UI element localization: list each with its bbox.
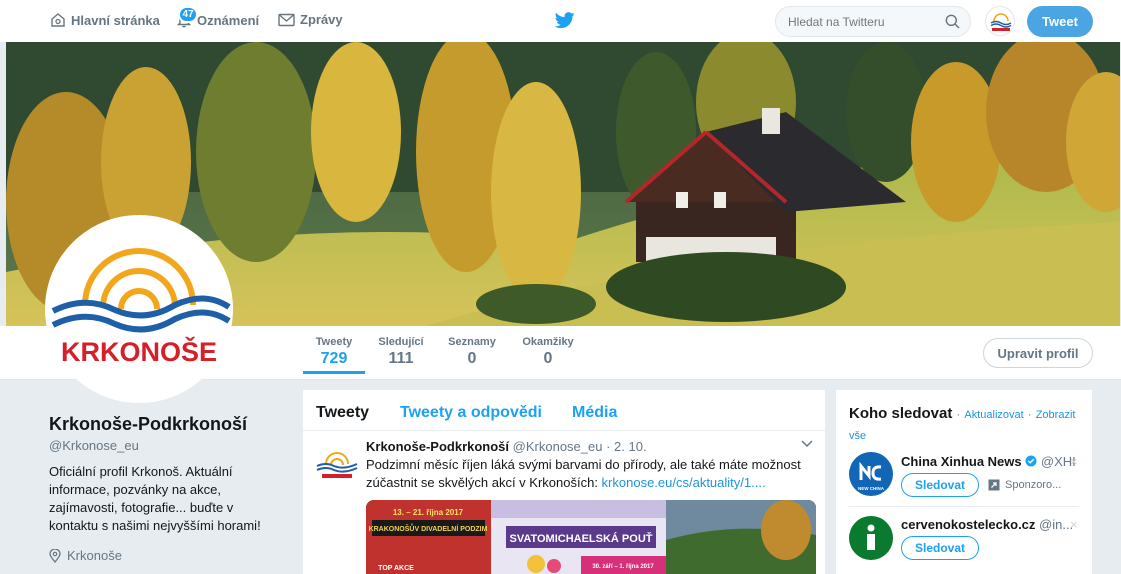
tweet-text: Podzimní měsíc říjen láká svými barvami … xyxy=(366,456,806,492)
tweet-avatar[interactable] xyxy=(314,442,360,488)
stat-moments-label: Okamžiky xyxy=(522,336,574,348)
stat-lists[interactable]: Seznamy 0 xyxy=(444,336,500,368)
twitter-bird-icon[interactable] xyxy=(555,12,575,29)
tweet-handle[interactable]: @Krkonose_eu xyxy=(513,439,603,454)
poster1-dates: 13. – 21. října 2017 xyxy=(393,508,464,517)
tweet-link[interactable]: krkonose.eu/cs/aktuality/1.... xyxy=(602,475,766,490)
stat-tweets[interactable]: Tweety 729 xyxy=(303,336,365,374)
account-handle: @in... xyxy=(1039,517,1074,532)
logo-text: KRKONOŠE xyxy=(61,336,217,367)
separator-dot: · xyxy=(1027,409,1032,421)
krkonose-logo-icon xyxy=(316,452,358,478)
nav-notifications-label: Oznámení xyxy=(197,12,260,28)
search-input[interactable] xyxy=(788,7,938,36)
stat-lists-value: 0 xyxy=(467,350,477,367)
stat-tweets-value: 729 xyxy=(320,350,348,367)
nav-home-label: Hlavní stránka xyxy=(71,12,160,28)
search-box[interactable] xyxy=(775,6,971,37)
account-avatar[interactable] xyxy=(985,6,1015,36)
follow-divider xyxy=(849,506,1079,507)
stat-tweets-label: Tweety xyxy=(315,336,353,348)
account-name-label: cervenokostelecko.cz xyxy=(901,517,1036,532)
notifications-badge: 47 xyxy=(178,6,198,23)
account-name[interactable]: China Xinhua News @XHI xyxy=(901,454,1076,469)
top-navigation: Hlavní stránka Oznámení 47 Zprávy Tweet xyxy=(0,0,1121,42)
stat-followers-value: 111 xyxy=(388,350,414,367)
nav-home[interactable]: Hlavní stránka xyxy=(50,12,160,28)
poster2-dates: 30. září – 1. října 2017 xyxy=(592,564,654,570)
profile-bio: Oficiální profil Krkonoš. Aktuální infor… xyxy=(49,464,261,533)
stat-moments-value: 0 xyxy=(543,350,553,367)
dismiss-icon[interactable]: × xyxy=(1070,454,1078,469)
refresh-link[interactable]: Aktualizovat xyxy=(964,409,1023,421)
location-pin-icon xyxy=(49,548,61,563)
tweet-media-image: 13. – 21. října 2017 KRAKONOŠŮV DIVADELN… xyxy=(366,500,816,574)
timeline-divider xyxy=(303,430,825,431)
profile-handle[interactable]: @Krkonose_eu xyxy=(49,438,139,453)
poster3-title: TOP AKCE xyxy=(378,565,414,572)
xinhua-avatar[interactable]: NEW CHINA xyxy=(849,452,893,496)
who-to-follow: Koho sledovat · Aktualizovat · Zobrazit … xyxy=(836,390,1092,574)
follow-button[interactable]: Sledovat xyxy=(901,536,979,560)
profile-location-label: Krkonoše xyxy=(67,548,122,563)
profile-name[interactable]: Krkonoše-Podkrkonoší xyxy=(49,414,247,435)
tab-media[interactable]: Média xyxy=(572,404,617,422)
profile-avatar[interactable]: KRKONOŠE xyxy=(45,215,233,403)
sponsored-text: Sponzoro... xyxy=(1005,479,1062,491)
krkonose-logo-icon xyxy=(990,13,1012,31)
stat-lists-label: Seznamy xyxy=(448,336,496,348)
timeline: Tweety Tweety a odpovědi Média Krkonoše-… xyxy=(303,390,825,574)
nav-messages-label: Zprávy xyxy=(300,12,343,27)
stat-moments[interactable]: Okamžiky 0 xyxy=(517,336,579,368)
tab-tweets-and-replies[interactable]: Tweety a odpovědi xyxy=(400,404,542,422)
stat-followers-label: Sledující xyxy=(378,336,424,348)
who-to-follow-title: Koho sledovat · Aktualizovat · Zobrazit … xyxy=(849,404,1085,446)
profile-location: Krkonoše xyxy=(49,548,122,563)
xinhua-logo-icon: NEW CHINA xyxy=(858,461,885,491)
chevron-down-icon[interactable] xyxy=(801,440,813,448)
poster2-title: SVATOMICHAELSKÁ POUŤ xyxy=(509,532,652,545)
separator-dot: · xyxy=(956,409,961,421)
tweet-date[interactable]: · 2. 10. xyxy=(606,439,646,454)
envelope-icon xyxy=(278,13,295,26)
nav-messages[interactable]: Zprávy xyxy=(278,12,343,27)
tweet-author[interactable]: Krkonoše-Podkrkonoší xyxy=(366,439,509,454)
verified-badge-icon xyxy=(1025,455,1037,467)
search-icon[interactable] xyxy=(945,14,960,29)
who-to-follow-heading: Koho sledovat xyxy=(849,405,953,422)
info-icon xyxy=(850,517,892,559)
account-name-label: China Xinhua News xyxy=(901,454,1022,469)
follow-button[interactable]: Sledovat xyxy=(901,473,979,497)
sponsored-label: Sponzoro... xyxy=(988,479,1061,491)
krkonose-logo: KRKONOŠE xyxy=(51,248,231,367)
tweet-button[interactable]: Tweet xyxy=(1027,6,1093,37)
xinhua-avatar-text: NEW CHINA xyxy=(858,486,885,491)
dismiss-icon[interactable]: × xyxy=(1070,517,1078,532)
account-name[interactable]: cervenokostelecko.cz @in... xyxy=(901,517,1073,532)
cervenokostelecko-avatar[interactable] xyxy=(849,516,893,560)
tweet-header: Krkonoše-Podkrkonoší @Krkonose_eu · 2. 1… xyxy=(366,439,647,454)
promoted-icon xyxy=(988,479,1000,491)
tab-tweets[interactable]: Tweety xyxy=(316,404,369,422)
stat-followers[interactable]: Sledující 111 xyxy=(373,336,429,368)
home-icon xyxy=(51,13,65,27)
edit-profile-button[interactable]: Upravit profil xyxy=(983,338,1093,368)
tweet-media[interactable]: 13. – 21. října 2017 KRAKONOŠŮV DIVADELN… xyxy=(366,500,816,574)
